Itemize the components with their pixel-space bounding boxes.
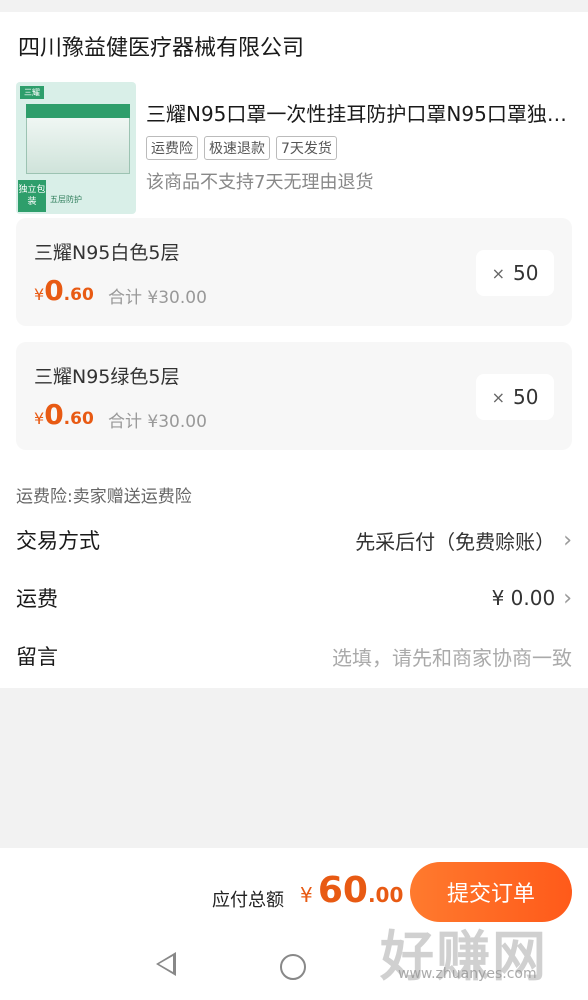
shipping-insurance-note: 运费险:卖家赠送运费险 <box>16 487 192 507</box>
back-icon[interactable] <box>156 952 176 976</box>
chevron-right-icon: › <box>563 527 572 553</box>
message-label: 留言 <box>16 645 58 669</box>
trade-method-row[interactable]: 交易方式 先采后付（免费赊账） › <box>16 520 572 560</box>
product-image-tag: 三耀 <box>20 86 44 99</box>
trade-method-value: 先采后付（免费赊账） <box>355 529 556 554</box>
sku-name: 三耀N95绿色5层 <box>34 366 180 388</box>
chevron-right-icon: › <box>563 585 572 611</box>
quantity-stepper[interactable]: × 50 <box>476 374 554 420</box>
multiply-icon: × <box>491 387 505 407</box>
sku-price: ¥0.60 <box>34 274 94 307</box>
freight-row[interactable]: 运费 ¥ 0.00 › <box>16 578 572 618</box>
multiply-icon: × <box>491 263 505 283</box>
total-label: 应付总额 <box>212 890 284 911</box>
quantity-stepper[interactable]: × 50 <box>476 250 554 296</box>
trade-method-label: 交易方式 <box>16 529 100 553</box>
tag-ship-7days: 7天发货 <box>276 136 337 160</box>
product-tags: 运费险 极速退款 7天发货 <box>146 136 337 160</box>
sku-subtotal: 合计 ¥30.00 <box>108 288 207 308</box>
total-amount: ¥ 60.00 <box>300 870 404 911</box>
sku-price: ¥0.60 <box>34 398 94 431</box>
product-title[interactable]: 三耀N95口罩一次性挂耳防护口罩N95口罩独立包装 <box>146 98 570 127</box>
message-input[interactable]: 选填，请先和商家协商一致 <box>332 642 572 671</box>
box-stripe <box>26 104 130 118</box>
quantity-value: 50 <box>512 385 539 409</box>
product-image-caption: 五层防护 <box>50 195 82 204</box>
sku-item: 三耀N95绿色5层 ¥0.60 合计 ¥30.00 × 50 <box>16 342 572 450</box>
tag-shipping-insurance: 运费险 <box>146 136 198 160</box>
freight-label: 运费 <box>16 587 58 611</box>
home-icon[interactable] <box>280 954 306 980</box>
watermark-url: www.zhuanyes.com <box>398 966 537 982</box>
sku-subtotal: 合计 ¥30.00 <box>108 412 207 432</box>
checkout-bar: 应付总额 ¥ 60.00 提交订单 好赚网 www.zhuanyes.com <box>0 848 588 1000</box>
sku-item: 三耀N95白色5层 ¥0.60 合计 ¥30.00 × 50 <box>16 218 572 326</box>
sku-name: 三耀N95白色5层 <box>34 242 180 264</box>
shop-name[interactable]: 四川豫益健医疗器械有限公司 <box>18 30 304 62</box>
quantity-value: 50 <box>512 261 539 285</box>
tag-fast-refund: 极速退款 <box>204 136 270 160</box>
message-row: 留言 选填，请先和商家协商一致 <box>16 636 572 676</box>
freight-value: ¥ 0.00 <box>491 586 556 610</box>
order-card: 四川豫益健医疗器械有限公司 三耀 独立包装 五层防护 三耀N95口罩一次性挂耳防… <box>0 12 588 688</box>
product-image[interactable]: 三耀 独立包装 五层防护 <box>16 82 136 214</box>
product-image-badge: 独立包装 <box>18 180 46 212</box>
return-notice: 该商品不支持7天无理由退货 <box>146 172 374 193</box>
